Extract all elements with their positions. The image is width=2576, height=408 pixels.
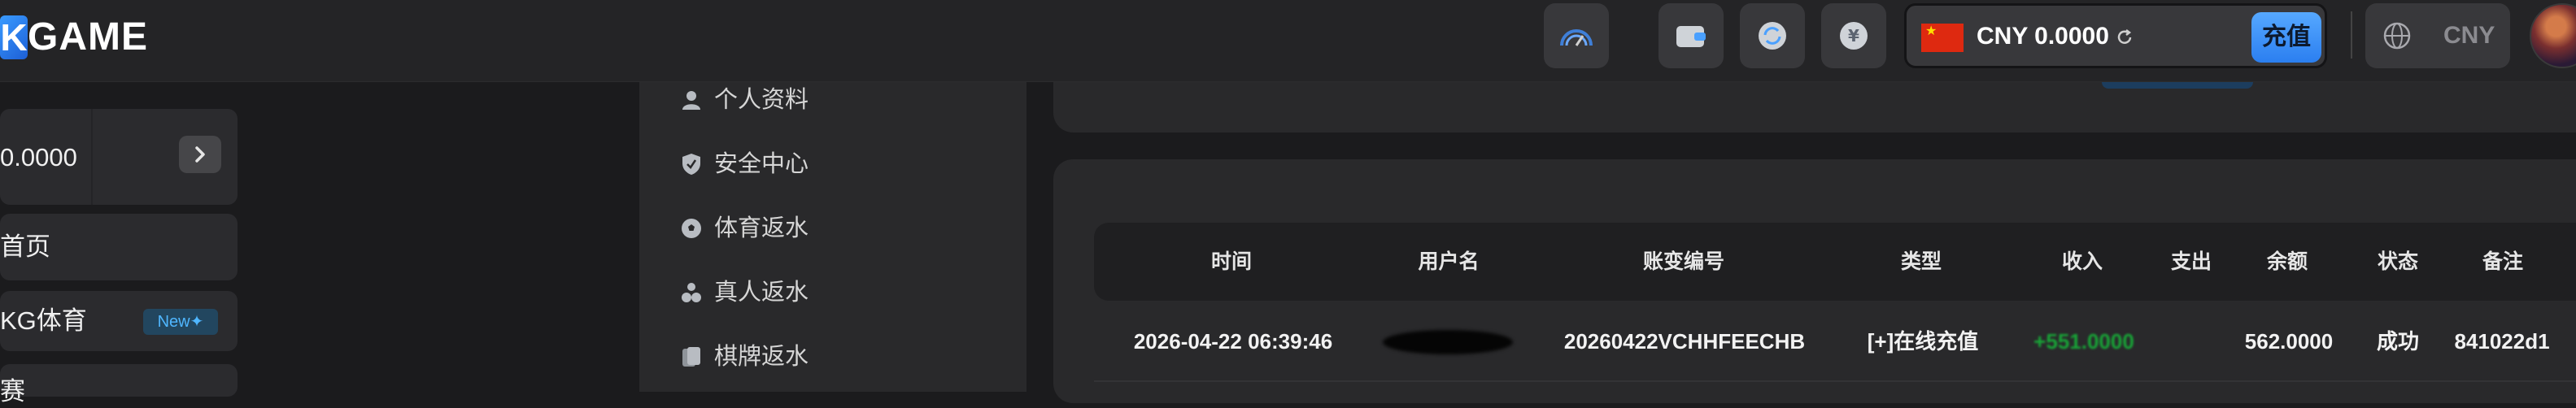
language-currency-selector[interactable]: CNY bbox=[2365, 3, 2510, 68]
globe-icon bbox=[2383, 22, 2411, 50]
user-avatar[interactable] bbox=[2530, 3, 2576, 68]
column-header-balance: 余额 bbox=[2266, 250, 2308, 273]
speed-test-button[interactable] bbox=[1544, 3, 1609, 68]
menu-item-label: 体育返水 bbox=[714, 215, 809, 241]
menu-item-label: 安全中心 bbox=[714, 151, 809, 177]
column-header-expense: 支出 bbox=[2170, 250, 2212, 273]
menu-item-label: 真人返水 bbox=[714, 280, 809, 306]
dealer-icon bbox=[680, 281, 703, 304]
withdraw-button[interactable]: ¥ bbox=[1821, 3, 1886, 68]
menu-item-label: 棋牌返水 bbox=[714, 344, 809, 370]
sidebar-item-label: KG体育 bbox=[0, 306, 87, 335]
sidebar-item-kg-sports[interactable]: KG体育 New✦ bbox=[0, 291, 238, 351]
shield-icon bbox=[680, 153, 703, 176]
logo-wordmark: GAME bbox=[28, 15, 148, 59]
menu-item-cards-rebate[interactable]: 棋牌返水 bbox=[680, 339, 809, 375]
cell-type: [+]在线充值 bbox=[1867, 329, 1979, 354]
sidebar-item-partial[interactable]: 赛 bbox=[0, 364, 238, 406]
menu-item-sports-rebate[interactable]: 体育返水 bbox=[680, 211, 809, 246]
header-divider bbox=[2351, 11, 2352, 59]
kgame-logo[interactable]: K GAME bbox=[0, 14, 211, 63]
new-badge: New✦ bbox=[143, 309, 218, 335]
menu-item-security[interactable]: 安全中心 bbox=[680, 146, 809, 182]
column-header-username: 用户名 bbox=[1418, 250, 1480, 273]
sidebar-item-label: 赛 bbox=[0, 377, 25, 406]
cell-status: 成功 bbox=[2376, 329, 2420, 354]
new-badge-label: New bbox=[157, 313, 190, 331]
user-icon bbox=[680, 89, 703, 111]
wallet-icon bbox=[1676, 26, 1706, 47]
menu-item-profile[interactable]: 个人资料 bbox=[680, 82, 809, 118]
summary-card bbox=[1053, 82, 2576, 132]
china-flag-icon: ★ bbox=[1921, 24, 1964, 52]
table-header bbox=[1094, 223, 2576, 301]
row-divider bbox=[1094, 380, 2576, 382]
sparkle-icon: ✦ bbox=[190, 313, 204, 331]
column-header-time: 时间 bbox=[1210, 250, 1253, 273]
wallet-button[interactable] bbox=[1658, 3, 1724, 68]
deposit-button[interactable]: 充值 bbox=[2251, 12, 2321, 63]
exchange-icon bbox=[1759, 22, 1786, 50]
column-header-serial: 账变编号 bbox=[1642, 250, 1725, 273]
summary-card-accent bbox=[2102, 82, 2253, 89]
soccer-ball-icon bbox=[680, 217, 703, 240]
column-header-remark: 备注 bbox=[2482, 250, 2524, 273]
column-header-status: 状态 bbox=[2377, 250, 2419, 273]
wallet-balance: 0.0000 bbox=[0, 143, 77, 171]
currency-label: CNY bbox=[2443, 22, 2495, 49]
logo-mark: K bbox=[0, 15, 28, 59]
cell-time: 2026-04-22 06:39:46 bbox=[1133, 329, 1333, 354]
cell-balance: 562.0000 bbox=[2244, 329, 2334, 354]
top-header: K GAME ¥ ★ CNY 0.0000 充值 CNY bbox=[0, 0, 2576, 82]
account-menu: 个人资料 安全中心 体育返水 真人返水 棋牌返水 bbox=[639, 82, 1026, 392]
speedometer-icon bbox=[1560, 29, 1593, 46]
cell-remark: 841022d1 bbox=[2454, 329, 2550, 354]
cell-income: +551.0000 bbox=[2033, 329, 2134, 354]
column-header-income: 收入 bbox=[2061, 250, 2103, 273]
balance-box: ★ CNY 0.0000 充值 bbox=[1904, 3, 2327, 68]
wallet-divider bbox=[91, 109, 93, 205]
chevron-right-icon bbox=[195, 146, 205, 163]
cell-username-redacted bbox=[1383, 330, 1513, 354]
refresh-icon[interactable] bbox=[2116, 28, 2134, 46]
wallet-card: 0.0000 bbox=[0, 109, 238, 205]
menu-item-live-rebate[interactable]: 真人返水 bbox=[680, 275, 809, 310]
sidebar-item-label: 首页 bbox=[0, 232, 50, 261]
sidebar-item-home[interactable]: 首页 bbox=[0, 214, 238, 280]
menu-item-label: 个人资料 bbox=[714, 87, 809, 113]
cards-icon bbox=[680, 345, 703, 368]
exchange-button[interactable] bbox=[1740, 3, 1805, 68]
cell-serial: 20260422VCHHFEECHB bbox=[1563, 329, 1806, 354]
yuan-coin-icon: ¥ bbox=[1840, 22, 1868, 50]
wallet-expand-button[interactable] bbox=[179, 136, 221, 173]
balance-amount: CNY 0.0000 bbox=[1977, 23, 2109, 50]
svg-text:¥: ¥ bbox=[1848, 26, 1859, 46]
column-header-type: 类型 bbox=[1900, 250, 1942, 273]
